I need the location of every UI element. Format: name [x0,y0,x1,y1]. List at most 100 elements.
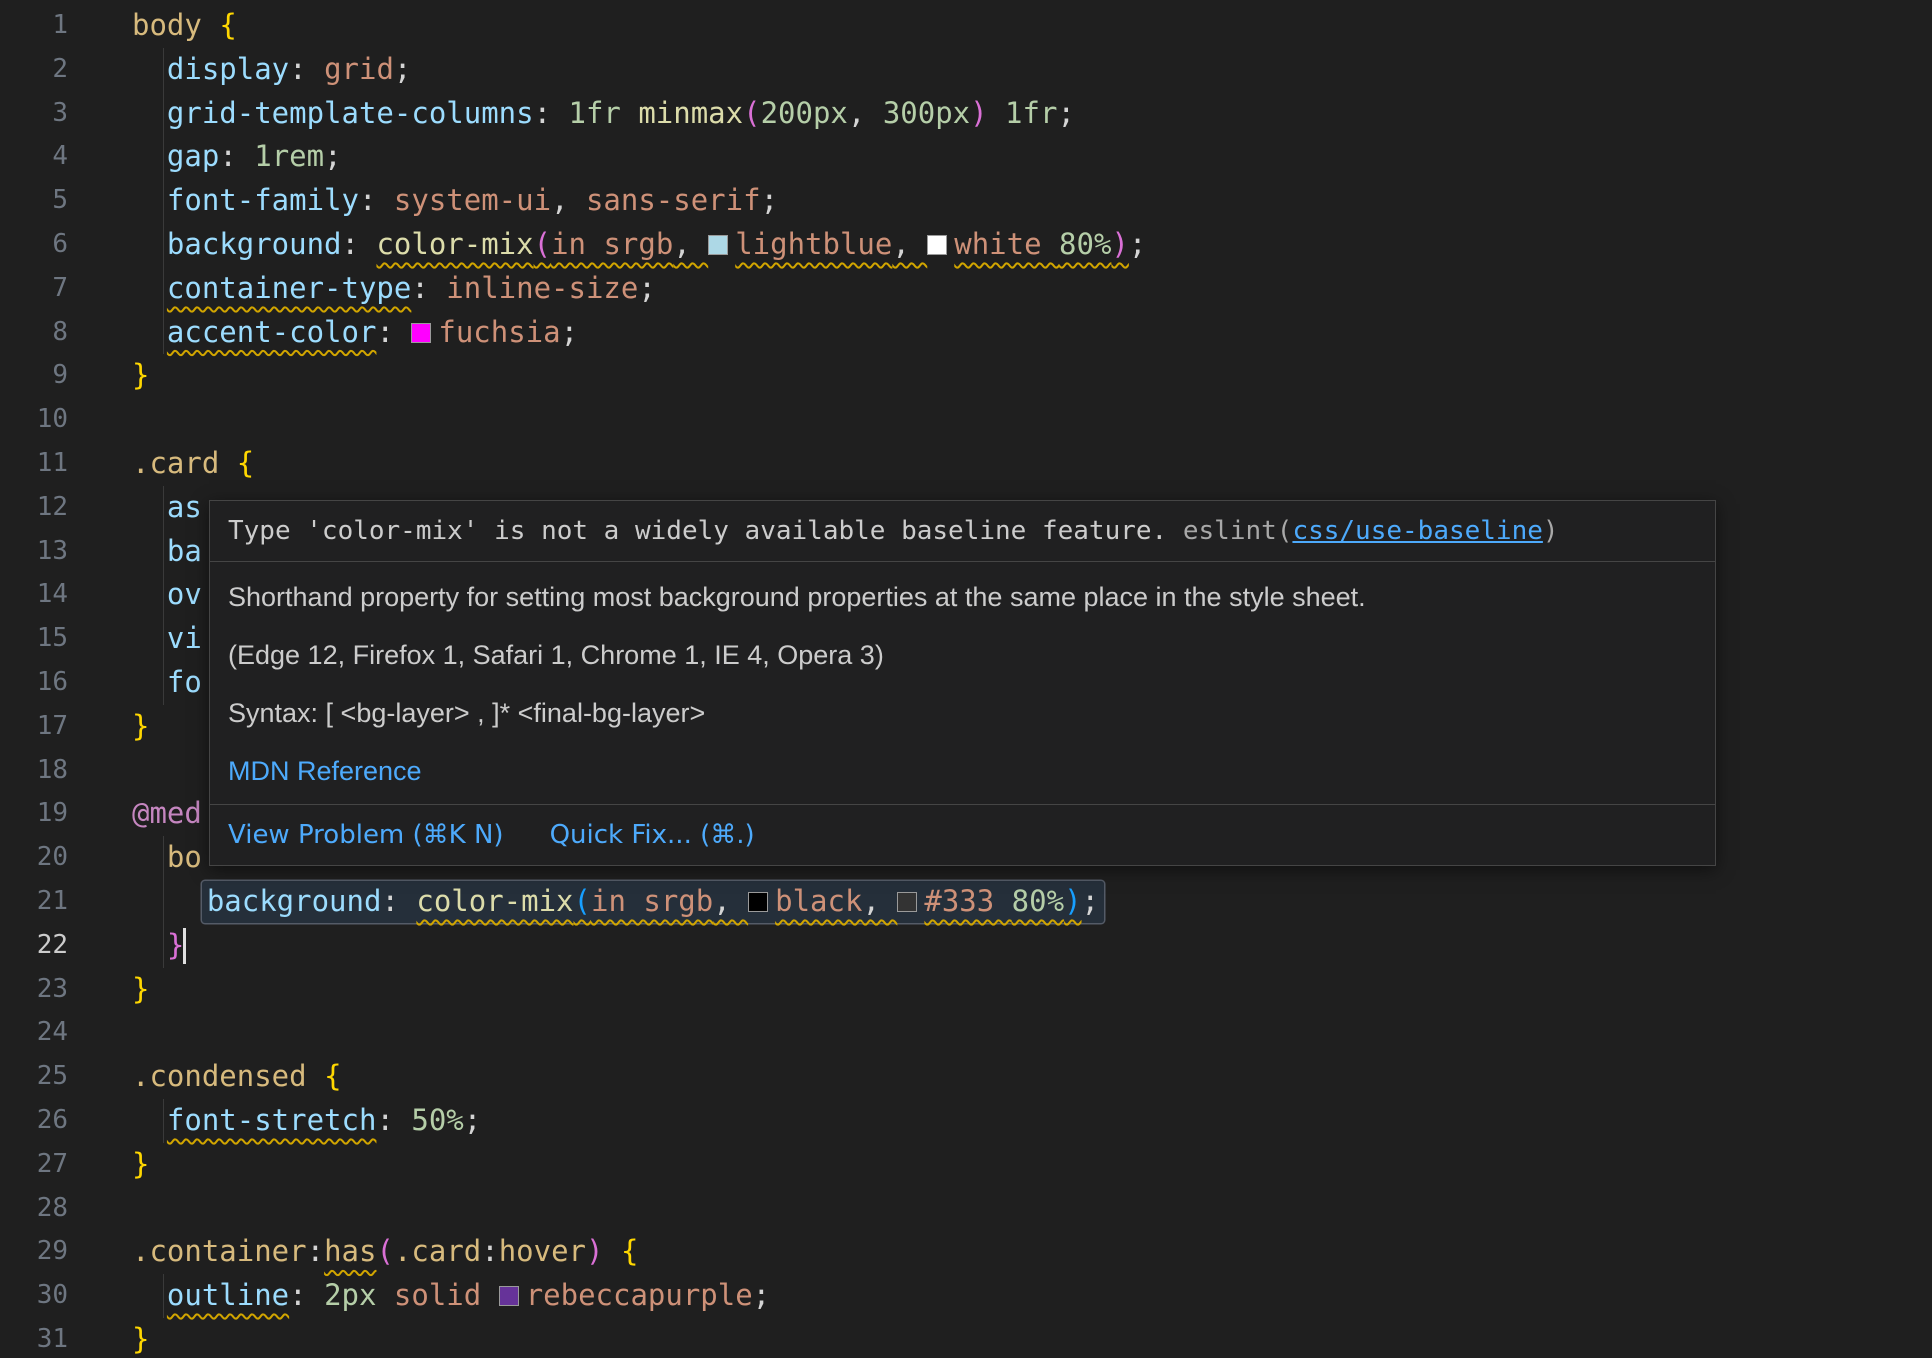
line-number[interactable]: 2 [0,48,68,92]
code-token: background [167,227,342,261]
line-number[interactable]: 6 [0,223,68,267]
line-number[interactable]: 8 [0,311,68,355]
color-swatch[interactable] [499,1286,519,1306]
code-line: 27} [0,1143,1932,1187]
line-number[interactable]: 28 [0,1187,68,1231]
eslint-rule-link[interactable]: css/use-baseline [1292,516,1542,546]
line-number[interactable]: 4 [0,135,68,179]
code-token [132,621,167,655]
code-line: 30 outline: 2px solid rebeccapurple; [0,1274,1932,1318]
code-token: 80% [1059,227,1111,261]
code-token: ; [324,139,341,173]
line-number[interactable]: 30 [0,1274,68,1318]
line-content[interactable]: outline: 2px solid rebeccapurple; [132,1274,770,1318]
indent-guide [163,836,164,880]
line-content[interactable]: } [132,1143,149,1187]
line-number[interactable]: 23 [0,968,68,1012]
code-token: } [132,358,149,392]
line-number[interactable]: 31 [0,1318,68,1358]
line-content[interactable]: } [132,924,184,968]
line-number[interactable]: 19 [0,792,68,836]
line-content[interactable]: .card { [132,442,254,486]
indent-guide [163,617,164,661]
line-number[interactable]: 13 [0,530,68,574]
line-number[interactable]: 14 [0,573,68,617]
code-token: ; [394,52,411,86]
code-line: 23} [0,968,1932,1012]
line-content[interactable]: font-stretch: 50%; [132,1099,481,1143]
line-number[interactable]: 21 [0,880,68,924]
line-content[interactable]: background: color-mix(in srgb, black, #3… [132,880,1104,924]
line-content[interactable]: } [132,705,149,749]
line-number[interactable]: 22 [0,924,68,968]
quick-fix-action[interactable]: Quick Fix... (⌘.) [550,818,755,852]
line-content[interactable]: fo [132,661,202,705]
diagnostic-source-prefix: eslint( [1183,516,1293,546]
line-content[interactable]: background: color-mix(in srgb, lightblue… [132,223,1146,267]
line-content[interactable]: ov [132,573,202,617]
line-number[interactable]: 16 [0,661,68,705]
code-line: 26 font-stretch: 50%; [0,1099,1932,1143]
code-token: 1fr [569,96,639,130]
line-content[interactable]: bo [132,836,202,880]
color-swatch[interactable] [927,235,947,255]
line-number[interactable]: 11 [0,442,68,486]
code-token: ( [574,884,591,918]
color-swatch[interactable] [708,235,728,255]
line-content[interactable]: .condensed { [132,1055,342,1099]
color-swatch[interactable] [897,892,917,912]
line-content[interactable]: ba [132,530,202,574]
line-number[interactable]: 1 [0,4,68,48]
line-number[interactable]: 25 [0,1055,68,1099]
line-content[interactable]: gap: 1rem; [132,135,342,179]
code-line: 2 display: grid; [0,48,1932,92]
code-token [132,534,167,568]
code-token: ; [1129,227,1146,261]
code-line: 29 .container:has(.card:hover) { [0,1230,1932,1274]
indent-guide [163,530,164,574]
color-swatch[interactable] [748,892,768,912]
line-content[interactable]: grid-template-columns: 1fr minmax(200px,… [132,92,1075,136]
line-number[interactable]: 15 [0,617,68,661]
code-token [132,315,167,349]
line-number[interactable]: 29 [0,1230,68,1274]
line-content[interactable]: } [132,968,149,1012]
line-number[interactable]: 17 [0,705,68,749]
code-editor[interactable]: 1body {2 display: grid;3 grid-template-c… [0,0,1932,1358]
line-number[interactable]: 24 [0,1011,68,1055]
code-token: , [713,884,748,918]
line-number[interactable]: 7 [0,267,68,311]
line-content[interactable]: .container:has(.card:hover) { [132,1230,638,1274]
code-token [376,1278,393,1312]
code-token: minmax [638,96,743,130]
line-content[interactable]: container-type: inline-size; [132,267,656,311]
line-number[interactable]: 27 [0,1143,68,1187]
line-content[interactable]: } [132,354,149,398]
indent-guide [163,486,164,530]
line-number[interactable]: 10 [0,398,68,442]
line-content[interactable]: font-family: system-ui, sans-serif; [132,179,778,223]
color-swatch[interactable] [411,323,431,343]
line-number[interactable]: 3 [0,92,68,136]
line-content[interactable]: } [132,1318,149,1358]
view-problem-action[interactable]: View Problem (⌘K N) [228,818,504,852]
line-number[interactable]: 5 [0,179,68,223]
line-content[interactable]: @med [132,792,202,836]
line-content[interactable]: display: grid; [132,48,411,92]
line-content[interactable]: vi [132,617,202,661]
line-number[interactable]: 26 [0,1099,68,1143]
indent-guide [163,311,164,355]
code-line: 11 .card { [0,442,1932,486]
line-number[interactable]: 9 [0,354,68,398]
mdn-reference-link[interactable]: MDN Reference [228,756,422,786]
code-token: ) [970,96,987,130]
line-number[interactable]: 20 [0,836,68,880]
line-number[interactable]: 18 [0,749,68,793]
code-token: fuchsia [438,315,560,349]
line-content[interactable]: accent-color: fuchsia; [132,311,578,355]
code-token: { [219,8,236,42]
line-number[interactable]: 12 [0,486,68,530]
line-content[interactable]: as [132,486,202,530]
code-token: black [775,884,862,918]
line-content[interactable]: body { [132,4,237,48]
